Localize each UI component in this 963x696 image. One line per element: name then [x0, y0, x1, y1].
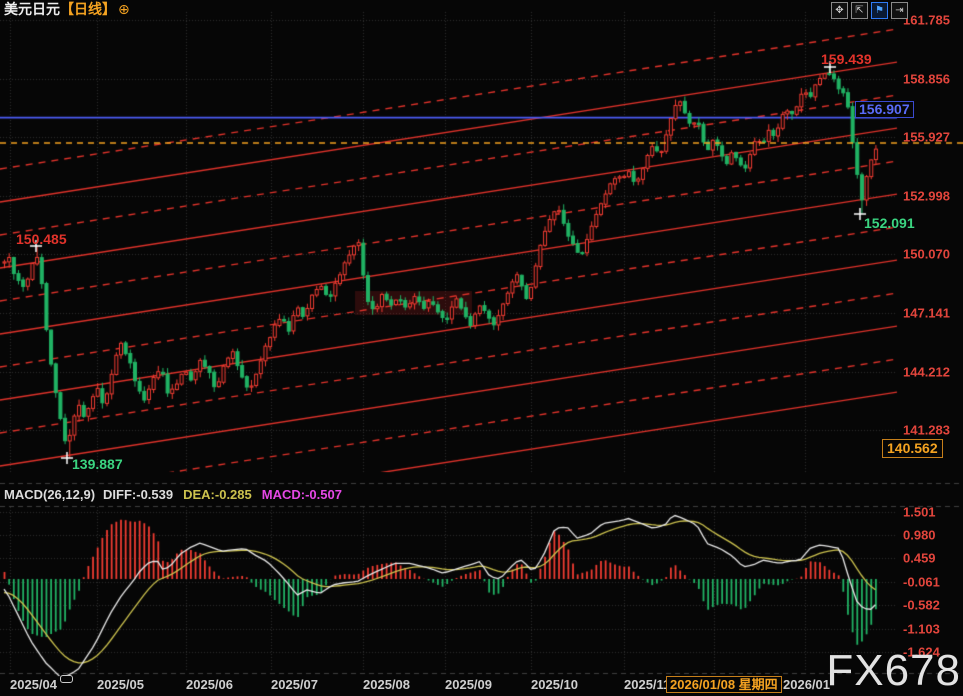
pan-icon[interactable]: ✥	[831, 2, 848, 19]
price-axis-label: 141.283	[903, 423, 950, 438]
marked-low-label: 152.091	[864, 215, 915, 231]
timeframe-label: 【日线】	[60, 1, 116, 17]
chart-canvas[interactable]	[0, 0, 963, 696]
macd-macd-value: MACD:-0.507	[262, 487, 342, 502]
watermark: FX678	[826, 649, 961, 693]
chart-title: 美元日元【日线】⊕	[4, 1, 130, 18]
macd-axis-label: 0.459	[903, 551, 936, 566]
axis-scale-icon[interactable]: ⇱	[851, 2, 868, 19]
marked-high-label: 150.485	[16, 231, 67, 247]
price-axis-label: 144.212	[903, 364, 950, 379]
macd-axis-label: -0.061	[903, 574, 940, 589]
macd-dea-value: DEA:-0.285	[183, 487, 252, 502]
x-axis-month-label: 2025/06	[186, 677, 233, 692]
x-axis-month-label: 2025/07	[271, 677, 318, 692]
macd-header: MACD(26,12,9) DIFF:-0.539 DEA:-0.285 MACD:-…	[4, 487, 342, 502]
chart-toolbar: ✥⇱⚑⇥	[831, 2, 908, 19]
expand-icon[interactable]: ⊕	[118, 1, 130, 17]
x-axis-month-label: 2025/04	[10, 677, 57, 692]
marked-high-label: 159.439	[821, 51, 872, 67]
x-axis-month-label: 2025/10	[531, 677, 578, 692]
marked-low-label: 139.887	[72, 456, 123, 472]
macd-axis-label: 0.980	[903, 527, 936, 542]
x-axis-month-label: 2025/08	[363, 677, 410, 692]
macd-diff-value: DIFF:-0.539	[103, 487, 173, 502]
macd-axis-label: 1.501	[903, 504, 936, 519]
shift-right-icon[interactable]: ⇥	[891, 2, 908, 19]
macd-params-label: MACD(26,12,9)	[4, 487, 95, 502]
blue-level-label: 156.907	[855, 101, 914, 118]
price-axis-label: 161.785	[903, 13, 950, 28]
x-axis-month-label: 2025/09	[445, 677, 492, 692]
macd-axis-label: -0.582	[903, 598, 940, 613]
scroll-handle[interactable]	[60, 675, 73, 683]
crosshair-date-box: 2026/01/08 星期四	[666, 676, 782, 693]
price-axis-label: 152.998	[903, 188, 950, 203]
price-axis-label: 147.141	[903, 305, 950, 320]
price-axis-label: 150.070	[903, 247, 950, 262]
x-axis-month-label: 2025/11	[624, 677, 670, 692]
symbol-name: 美元日元	[4, 1, 60, 17]
x-axis-month-label: 2026/01	[783, 677, 830, 692]
price-axis-label: 158.856	[903, 71, 950, 86]
price-axis-label: 155.927	[903, 130, 950, 145]
orange-axis-price-box: 140.562	[882, 439, 943, 458]
x-axis-month-label: 2025/05	[97, 677, 144, 692]
macd-axis-label: -1.103	[903, 621, 940, 636]
auto-scale-icon[interactable]: ⚑	[871, 2, 888, 19]
chart-window: 美元日元【日线】⊕ ✥⇱⚑⇥ 161.785 158.856 155.927 152.…	[0, 0, 963, 696]
